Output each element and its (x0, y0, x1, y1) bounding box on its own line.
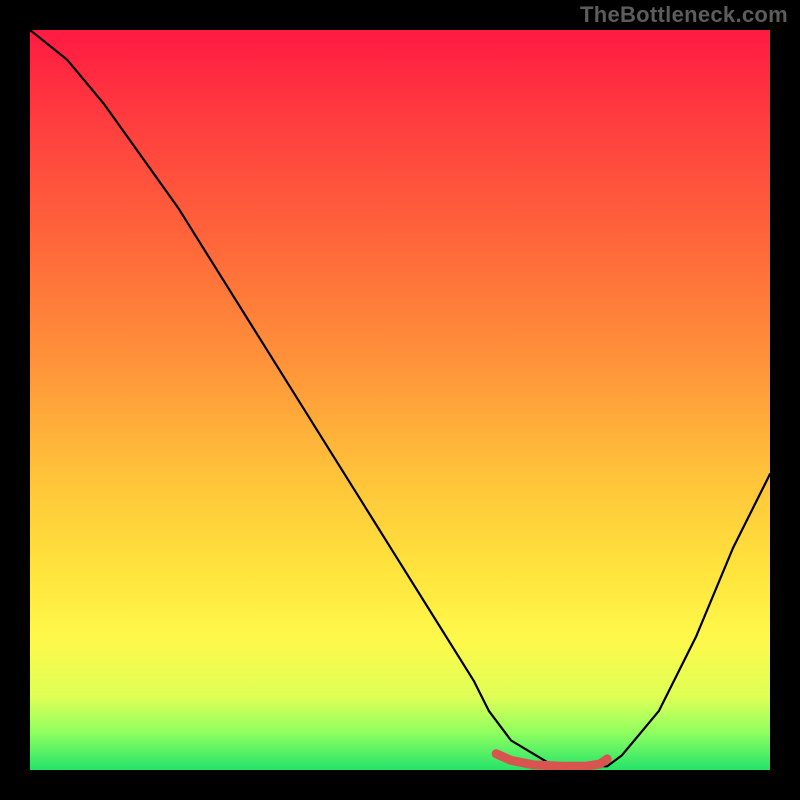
chart-overlay (30, 30, 770, 770)
chart-root: TheBottleneck.com (0, 0, 800, 800)
bottleneck-curve-line (30, 30, 770, 766)
optimal-band-line (496, 754, 607, 767)
watermark-text: TheBottleneck.com (580, 2, 788, 28)
